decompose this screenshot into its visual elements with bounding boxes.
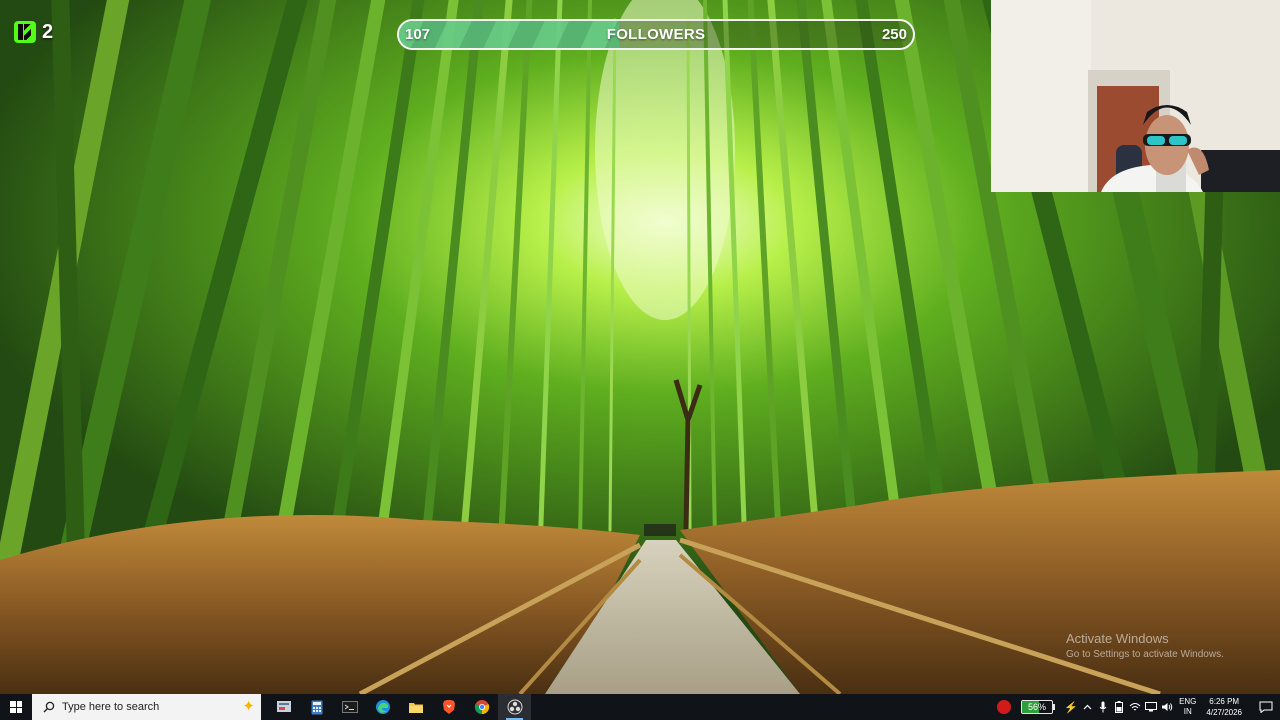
monitor-display-icon[interactable] [1143, 694, 1159, 720]
search-highlight-sparkle-icon: ✦ [242, 698, 255, 715]
show-hidden-icons-chevron-icon[interactable] [1079, 694, 1095, 720]
search-placeholder: Type here to search [62, 701, 160, 713]
start-button[interactable] [0, 694, 32, 720]
webcam-feed [991, 0, 1280, 192]
taskbar-pinned-apps [267, 694, 531, 720]
taskbar-search-box[interactable]: Type here to search ✦ [32, 694, 261, 720]
clock-date: 4/27/2026 [1206, 708, 1242, 717]
calculator-icon[interactable] [300, 694, 333, 720]
windows-logo-icon [10, 701, 22, 713]
recording-indicator-icon[interactable] [997, 700, 1012, 714]
language-code: ENG [1179, 697, 1197, 706]
language-region: IN [1183, 707, 1192, 716]
clock-time: 6:26 PM [1209, 697, 1240, 706]
battery-icon[interactable] [1111, 694, 1127, 720]
power-plug-icon[interactable]: ⚡ [1063, 694, 1079, 720]
viewer-count: 2 [42, 20, 54, 43]
terminal-icon[interactable] [333, 694, 366, 720]
kick-logo-icon [14, 21, 36, 43]
wifi-icon[interactable] [1127, 694, 1143, 720]
volume-icon[interactable] [1159, 694, 1175, 720]
system-tray: 56% ⚡ ENG IN 6:26 PM 4/27/2026 [997, 694, 1280, 720]
activate-windows-watermark: Activate Windows Go to Settings to activ… [1066, 631, 1224, 660]
taskbar: Type here to search ✦ 56% ⚡ ENG IN 6:26 … [0, 694, 1280, 720]
edge-browser-icon[interactable] [366, 694, 399, 720]
task-view-icon[interactable] [267, 694, 300, 720]
brave-browser-icon[interactable] [432, 694, 465, 720]
battery-indicator[interactable]: 56% [1021, 700, 1056, 714]
activate-windows-title: Activate Windows [1066, 631, 1169, 646]
microphone-icon[interactable] [1095, 694, 1111, 720]
battery-percent: 56% [1028, 702, 1047, 712]
file-explorer-icon[interactable] [399, 694, 432, 720]
notification-center-icon[interactable] [1252, 701, 1280, 713]
activate-windows-subtitle: Go to Settings to activate Windows. [1066, 649, 1224, 660]
follower-goal-label: FOLLOWERS [606, 26, 706, 43]
follower-goal-bar: 107 FOLLOWERS 250 [397, 19, 915, 50]
taskbar-clock[interactable]: 6:26 PM 4/27/2026 [1206, 696, 1242, 718]
chrome-browser-icon[interactable] [465, 694, 498, 720]
kick-viewer-badge: 2 [14, 18, 53, 46]
input-language-indicator[interactable]: ENG IN [1179, 697, 1196, 717]
obs-studio-icon[interactable] [498, 694, 531, 720]
search-icon [38, 701, 60, 713]
follower-goal-target: 250 [881, 26, 907, 43]
